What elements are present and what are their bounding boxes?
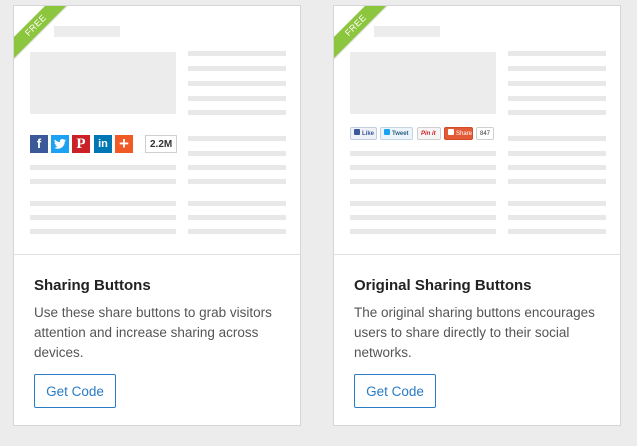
card-title: Sharing Buttons: [34, 277, 151, 294]
facebook-icon[interactable]: f: [30, 135, 48, 153]
placeholder-line: [350, 229, 496, 234]
placeholder-line: [188, 81, 286, 86]
placeholder-image: [30, 52, 176, 114]
placeholder-line: [188, 51, 286, 56]
placeholder-line: [508, 201, 606, 206]
placeholder-line: [508, 110, 606, 115]
preview-panel: FREE f P in + 2.2M: [14, 6, 300, 255]
placeholder-line: [508, 81, 606, 86]
twitter-icon: [384, 129, 390, 136]
placeholder-line: [188, 229, 286, 234]
share-button[interactable]: Share: [444, 127, 473, 140]
placeholder-line: [188, 165, 286, 170]
placeholder-image: [350, 52, 496, 114]
share-icon: [448, 129, 454, 136]
plus-icon[interactable]: +: [115, 135, 133, 153]
placeholder-line: [30, 179, 176, 184]
placeholder-line: [508, 229, 606, 234]
tweet-button[interactable]: Tweet: [380, 127, 413, 140]
placeholder-line: [508, 136, 606, 141]
placeholder-line: [30, 229, 176, 234]
placeholder-line: [188, 201, 286, 206]
twitter-icon[interactable]: [51, 135, 69, 153]
placeholder-line: [350, 151, 496, 156]
placeholder-line: [350, 201, 496, 206]
placeholder-line: [188, 136, 286, 141]
placeholder-line: [508, 66, 606, 71]
placeholder-line: [188, 179, 286, 184]
get-code-button[interactable]: Get Code: [34, 374, 116, 408]
placeholder-line: [508, 96, 606, 101]
like-button[interactable]: Like: [350, 127, 377, 140]
placeholder-line: [30, 201, 176, 206]
placeholder-line: [350, 179, 496, 184]
card-original-sharing-buttons: FREE Like Tweet Pin it Share 847 Origina…: [333, 5, 621, 426]
placeholder-title: [374, 26, 440, 37]
linkedin-icon[interactable]: in: [94, 135, 112, 153]
placeholder-line: [30, 165, 176, 170]
placeholder-line: [188, 66, 286, 71]
placeholder-line: [508, 215, 606, 220]
pin-it-button[interactable]: Pin it: [417, 127, 441, 140]
placeholder-title: [54, 26, 120, 37]
facebook-icon: [354, 129, 360, 136]
pinterest-icon[interactable]: P: [72, 135, 90, 153]
placeholder-line: [188, 151, 286, 156]
preview-panel: FREE Like Tweet Pin it Share 847: [334, 6, 620, 255]
card-title: Original Sharing Buttons: [354, 277, 532, 294]
placeholder-line: [508, 165, 606, 170]
placeholder-line: [508, 51, 606, 56]
placeholder-line: [350, 215, 496, 220]
placeholder-line: [188, 110, 286, 115]
card-sharing-buttons: FREE f P in + 2.2M Sharing Buttons Use t…: [13, 5, 301, 426]
placeholder-line: [188, 96, 286, 101]
placeholder-line: [188, 215, 286, 220]
card-description: The original sharing buttons encourages …: [354, 305, 595, 360]
share-count: 2.2M: [145, 135, 178, 153]
placeholder-line: [30, 215, 176, 220]
placeholder-line: [508, 151, 606, 156]
placeholder-line: [350, 165, 496, 170]
share-count: 847: [476, 127, 494, 140]
placeholder-line: [508, 179, 606, 184]
card-description: Use these share buttons to grab visitors…: [34, 305, 272, 360]
get-code-button[interactable]: Get Code: [354, 374, 436, 408]
